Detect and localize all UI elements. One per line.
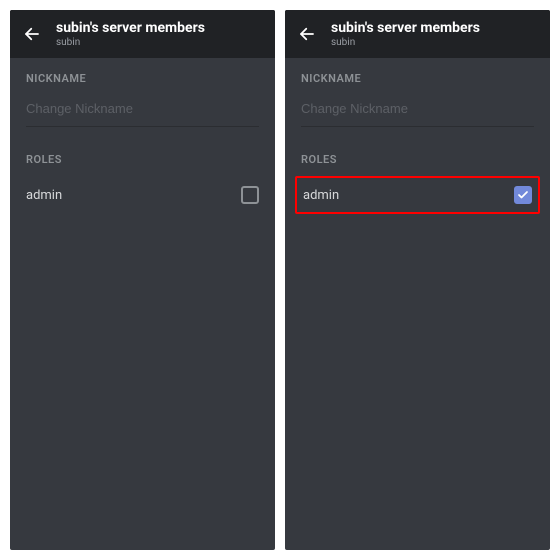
roles-section-label: ROLES [301,153,534,166]
page-subtitle: subin [331,37,480,49]
role-checkbox[interactable] [241,186,259,204]
panel-left: subin's server members subin NICKNAME RO… [10,10,275,550]
roles-section: ROLES admin [301,153,534,214]
header: subin's server members subin [10,10,275,58]
role-name: admin [26,188,62,203]
body: NICKNAME ROLES admin [285,58,550,550]
nickname-input[interactable] [26,95,259,127]
role-row-admin[interactable]: admin [295,176,540,214]
header-text: subin's server members subin [56,20,205,49]
page-subtitle: subin [56,37,205,49]
roles-section-label: ROLES [26,153,259,166]
back-arrow-icon[interactable] [297,24,317,44]
roles-section: ROLES admin [26,153,259,214]
header: subin's server members subin [285,10,550,58]
nickname-section-label: NICKNAME [301,72,534,85]
body: NICKNAME ROLES admin [10,58,275,550]
header-text: subin's server members subin [331,20,480,49]
role-checkbox[interactable] [514,186,532,204]
nickname-input[interactable] [301,95,534,127]
role-name: admin [303,188,339,203]
back-arrow-icon[interactable] [22,24,42,44]
role-row-admin[interactable]: admin [26,176,259,214]
page-title: subin's server members [331,20,480,36]
page-title: subin's server members [56,20,205,36]
panel-right: subin's server members subin NICKNAME RO… [285,10,550,550]
nickname-section-label: NICKNAME [26,72,259,85]
